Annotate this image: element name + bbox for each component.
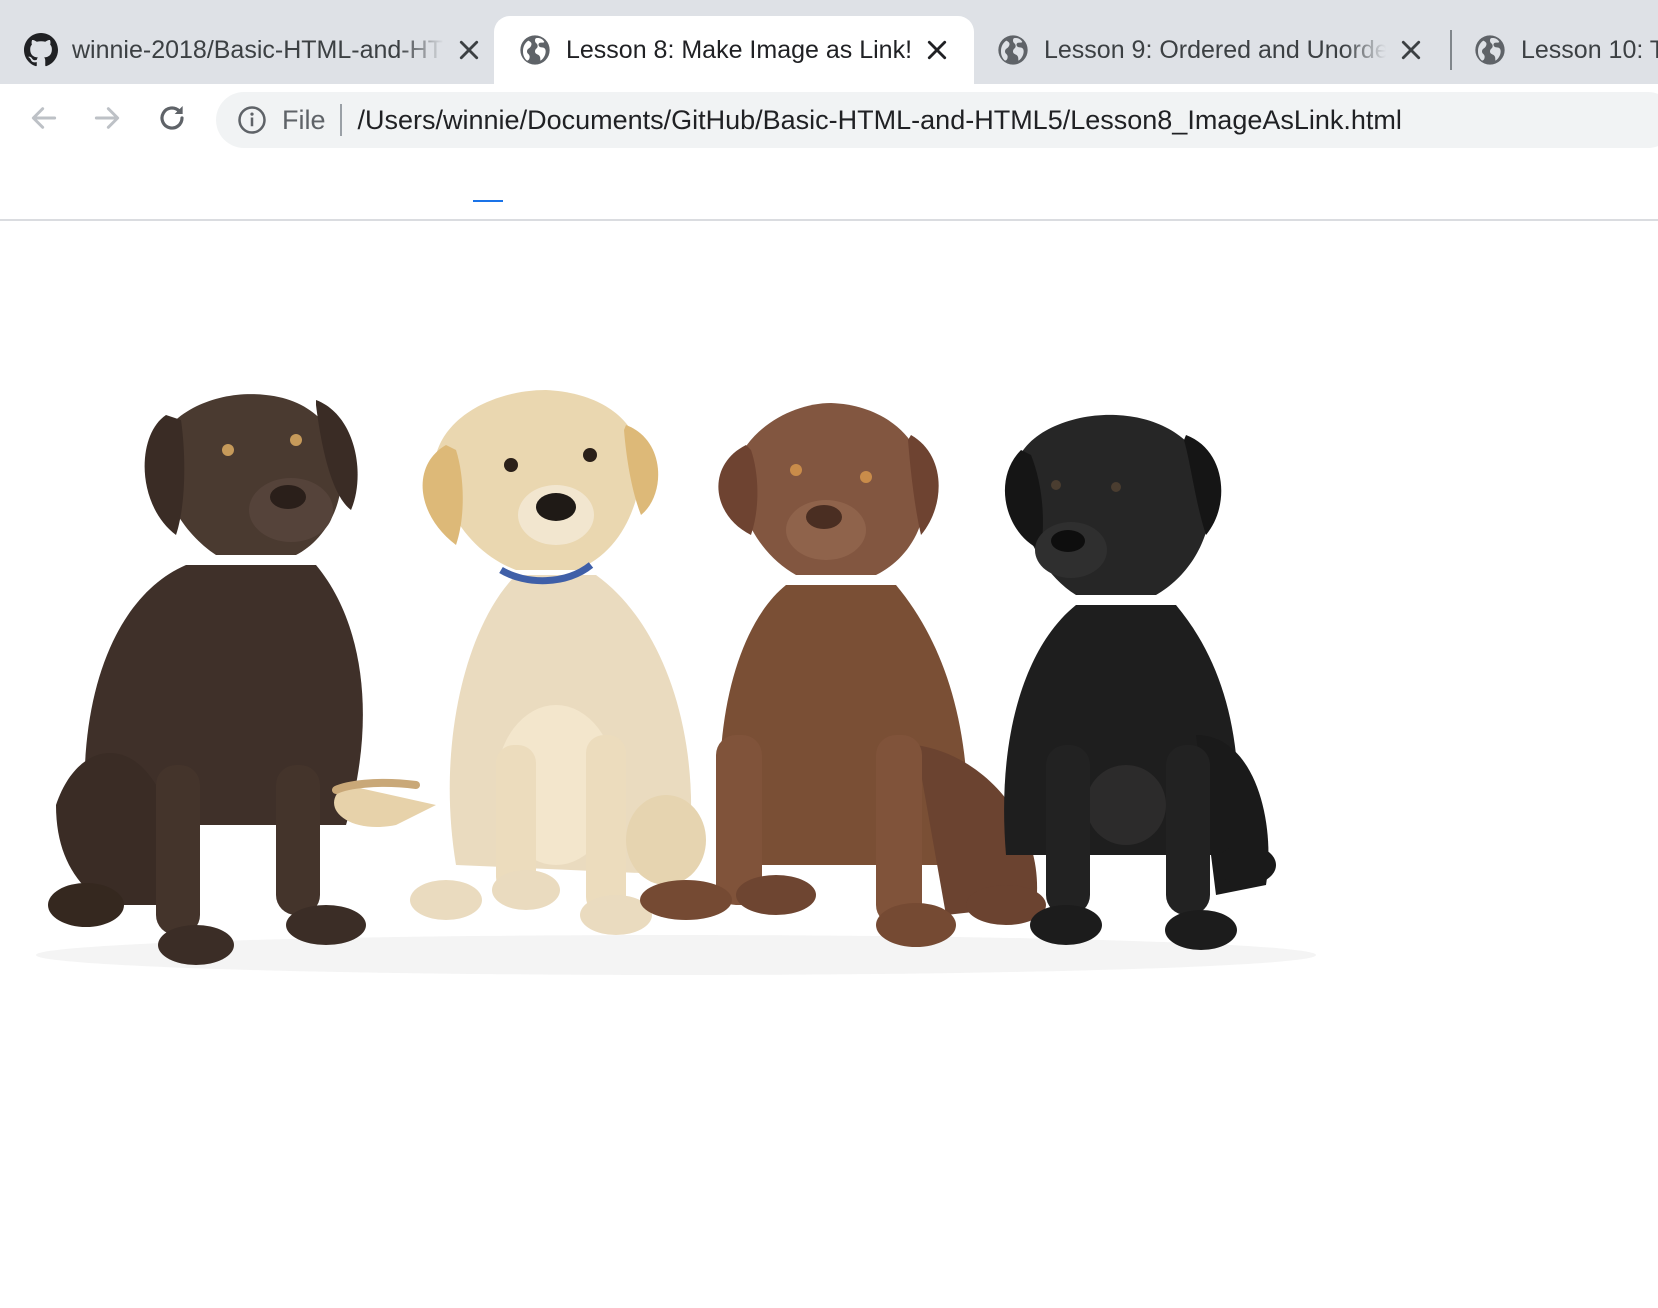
close-icon[interactable] [1396, 35, 1426, 65]
tab-github-repo[interactable]: winnie-2018/Basic-HTML-and-HTML5 [24, 16, 484, 84]
github-icon [24, 33, 58, 67]
tab-lesson-8[interactable]: Lesson 8: Make Image as Link! [494, 16, 974, 84]
url-scheme-label: File [282, 104, 326, 135]
tab-title: winnie-2018/Basic-HTML-and-HTML5 [72, 35, 444, 64]
globe-icon [996, 33, 1030, 67]
reload-icon [156, 102, 188, 139]
tab-title: Lesson 8: Make Image as Link! [566, 35, 912, 64]
loading-indicator [473, 200, 503, 202]
tab-title: Lesson 10: Text Inputs [1521, 35, 1658, 64]
back-button[interactable] [20, 96, 68, 144]
close-icon[interactable] [454, 35, 484, 65]
back-arrow-icon [28, 102, 60, 139]
tab-title: Lesson 9: Ordered and Unordered Lists [1044, 35, 1386, 64]
tab-separator [1450, 30, 1452, 70]
reload-button[interactable] [148, 96, 196, 144]
image-link[interactable] [16, 265, 1344, 985]
url-text[interactable]: /Users/winnie/Documents/GitHub/Basic-HTM… [358, 105, 1402, 136]
address-bar[interactable]: File /Users/winnie/Documents/GitHub/Basi… [216, 92, 1658, 148]
page-content [0, 221, 1658, 1308]
globe-icon [1473, 33, 1507, 67]
forward-arrow-icon [91, 102, 123, 139]
omnibox-divider [339, 104, 342, 136]
tab-lesson-10[interactable]: Lesson 10: Text Inputs [1473, 16, 1658, 84]
close-icon[interactable] [922, 35, 952, 65]
tab-strip: winnie-2018/Basic-HTML-and-HTML5 Lesson … [0, 0, 1658, 84]
forward-button[interactable] [83, 96, 131, 144]
bookmark-strip [0, 156, 1658, 221]
tab-lesson-9[interactable]: Lesson 9: Ordered and Unordered Lists [996, 16, 1426, 84]
globe-icon [518, 33, 552, 67]
info-icon[interactable] [236, 104, 268, 136]
puppies-image [16, 265, 1344, 985]
browser-toolbar: File /Users/winnie/Documents/GitHub/Basi… [0, 84, 1658, 156]
